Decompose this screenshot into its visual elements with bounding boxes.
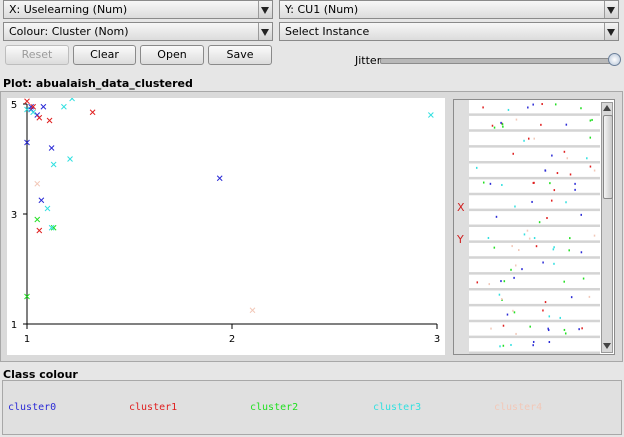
data-point-cluster4[interactable] xyxy=(34,180,41,187)
x-axis-select[interactable]: X: Uselearning (Num) xyxy=(3,0,273,19)
attribute-bar-row[interactable] xyxy=(469,244,600,259)
scatter-plot: 1 2 3 5 3 1 xyxy=(11,98,440,345)
jitter-slider[interactable] xyxy=(380,53,622,67)
vertical-scrollbar[interactable] xyxy=(601,102,613,353)
attribute-panel-gutter xyxy=(454,100,469,354)
data-point-cluster1[interactable] xyxy=(46,117,53,124)
attribute-bar-row[interactable] xyxy=(469,323,600,339)
attribute-bar-row[interactable] xyxy=(469,276,600,291)
open-button[interactable]: Open xyxy=(140,45,204,65)
y-axis-select[interactable]: Y: CU1 (Num) xyxy=(279,0,619,19)
data-point-cluster1[interactable] xyxy=(36,114,43,121)
x-axis-select-label: X: Uselearning (Num) xyxy=(9,3,128,16)
attribute-bar-row[interactable] xyxy=(469,260,600,275)
data-point-cluster3[interactable] xyxy=(69,98,75,102)
legend-cluster1[interactable]: cluster1 xyxy=(129,402,177,413)
data-point-cluster0[interactable] xyxy=(216,175,223,182)
x-marker: X xyxy=(457,201,465,214)
instance-select-label: Select Instance xyxy=(285,25,370,38)
legend-cluster4[interactable]: cluster4 xyxy=(494,402,542,413)
chevron-down-icon xyxy=(258,1,272,18)
x-tick-label: 2 xyxy=(229,334,235,345)
jitter-label: Jitter xyxy=(355,54,382,67)
data-point-cluster0[interactable] xyxy=(40,103,47,110)
attribute-bar-row[interactable] xyxy=(469,133,600,148)
scrollbar-thumb[interactable] xyxy=(603,115,613,199)
attribute-bar-row[interactable] xyxy=(469,196,600,212)
data-point-cluster3[interactable] xyxy=(50,161,57,168)
attribute-bar-row[interactable] xyxy=(469,339,600,354)
data-point-cluster3[interactable] xyxy=(427,112,434,118)
attribute-bar-row[interactable] xyxy=(469,149,600,164)
y-tick-label: 1 xyxy=(11,320,17,331)
y-tick-label: 3 xyxy=(11,210,17,221)
attribute-bar-row[interactable] xyxy=(469,180,600,196)
attribute-bar-row[interactable] xyxy=(469,165,600,180)
y-marker: Y xyxy=(457,233,464,246)
colour-select-label: Colour: Cluster (Nom) xyxy=(9,25,129,38)
data-point-cluster2[interactable] xyxy=(34,216,41,223)
x-tick-label: 3 xyxy=(434,334,440,345)
y-tick-label: 5 xyxy=(11,100,17,111)
attribute-bar-row[interactable] xyxy=(469,228,600,243)
plot-title: Plot: abualaish_data_clustered xyxy=(3,77,193,90)
data-point-cluster3[interactable] xyxy=(30,109,37,116)
data-point-cluster0[interactable] xyxy=(48,145,55,151)
attribute-bar-row[interactable] xyxy=(469,307,600,323)
reset-button[interactable]: Reset xyxy=(5,45,69,65)
data-point-cluster4[interactable] xyxy=(249,307,256,314)
data-point-cluster3[interactable] xyxy=(61,103,67,110)
chevron-down-icon xyxy=(258,23,272,40)
attribute-bar-row[interactable] xyxy=(469,212,600,227)
attribute-bar-row[interactable] xyxy=(469,292,600,307)
clear-button[interactable]: Clear xyxy=(73,45,136,65)
data-point-cluster3[interactable] xyxy=(44,205,51,212)
jitter-slider-thumb[interactable] xyxy=(608,53,621,66)
scroll-down-icon[interactable] xyxy=(603,343,611,349)
chevron-down-icon xyxy=(604,1,618,18)
legend-cluster0[interactable]: cluster0 xyxy=(8,402,56,413)
attribute-bar-row[interactable] xyxy=(469,101,600,116)
attribute-bars[interactable] xyxy=(469,100,600,354)
attribute-bar-row[interactable] xyxy=(469,117,600,132)
data-point-cluster0[interactable] xyxy=(38,197,45,204)
x-tick-label: 1 xyxy=(24,334,30,345)
save-button[interactable]: Save xyxy=(208,45,272,65)
scroll-up-icon[interactable] xyxy=(603,105,611,111)
scatter-plot-area[interactable]: 1 2 3 5 3 1 xyxy=(7,98,445,355)
data-point-cluster1[interactable] xyxy=(36,227,43,234)
colour-select[interactable]: Colour: Cluster (Nom) xyxy=(3,22,273,41)
data-point-cluster1[interactable] xyxy=(89,109,96,116)
data-point-cluster1[interactable] xyxy=(24,98,30,105)
jitter-slider-track xyxy=(380,58,620,64)
legend-cluster2[interactable]: cluster2 xyxy=(250,402,298,413)
instance-select[interactable]: Select Instance xyxy=(279,22,619,41)
data-point-cluster3[interactable] xyxy=(67,156,73,162)
y-axis-select-label: Y: CU1 (Num) xyxy=(285,3,359,16)
legend-cluster3[interactable]: cluster3 xyxy=(373,402,421,413)
chevron-down-icon xyxy=(604,23,618,40)
